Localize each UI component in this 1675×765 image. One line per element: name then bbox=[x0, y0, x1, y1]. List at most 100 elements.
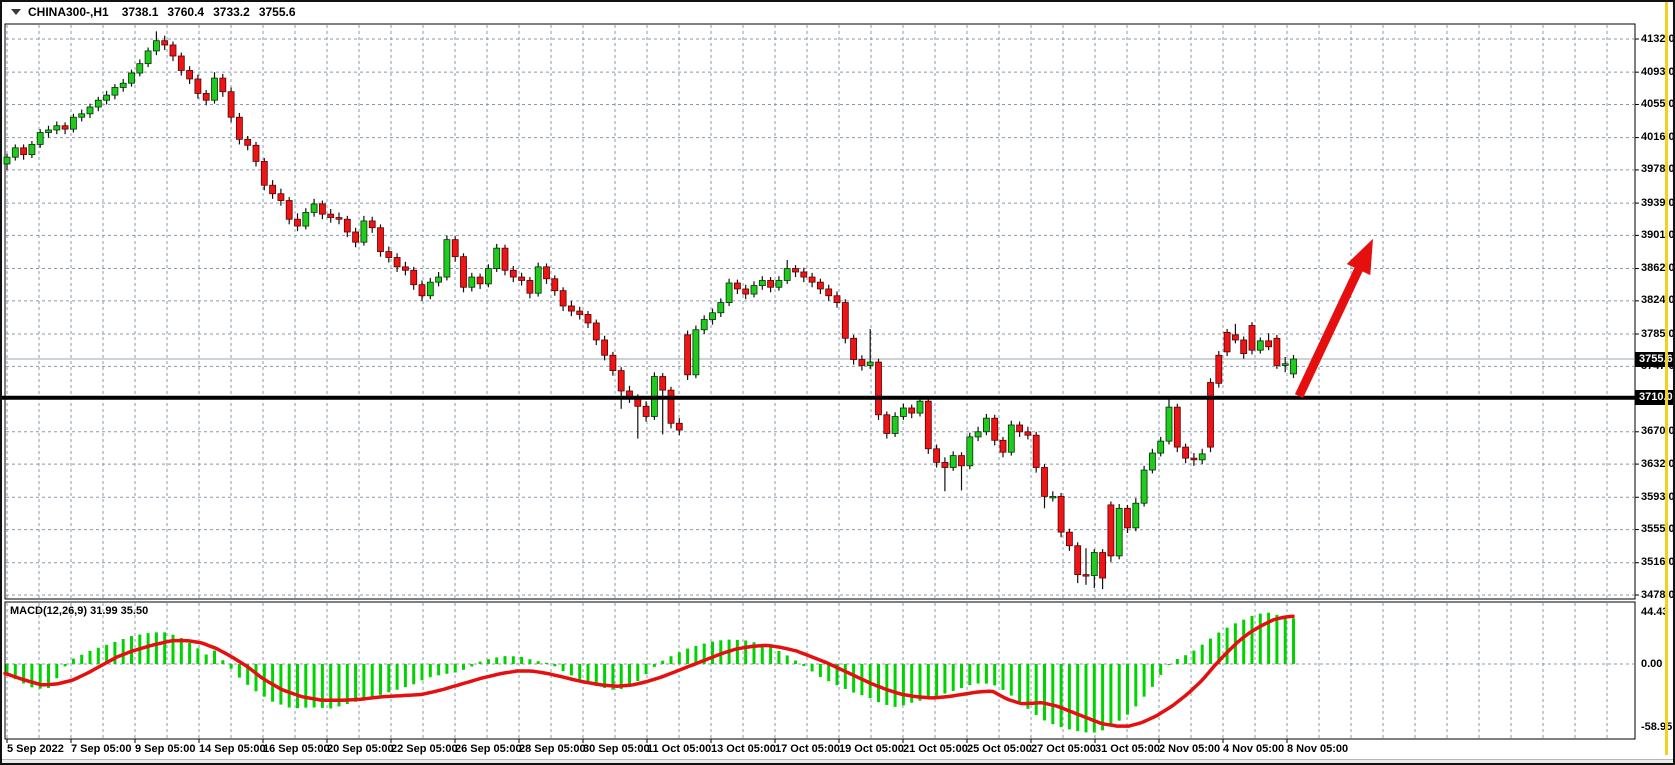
time-axis-label: 2 Nov 05:00 bbox=[1159, 743, 1220, 755]
candle-body bbox=[668, 390, 674, 423]
candle-body bbox=[1282, 364, 1288, 366]
current-price-badge: 3755.6 bbox=[1635, 352, 1675, 367]
candle-body bbox=[842, 303, 848, 339]
price-axis-label: 3593.0 bbox=[1641, 491, 1675, 503]
candle-body bbox=[369, 221, 375, 228]
candle-body bbox=[1000, 440, 1006, 452]
candle-body bbox=[693, 330, 699, 375]
candle-body bbox=[917, 401, 923, 413]
symbol-dropdown-icon[interactable] bbox=[11, 9, 21, 15]
candle-body bbox=[660, 377, 666, 391]
candle-body bbox=[129, 73, 135, 83]
candle-body bbox=[253, 145, 259, 161]
candle-body bbox=[411, 270, 417, 284]
price-axis-label: 3516.0 bbox=[1641, 556, 1675, 568]
main-panel-border bbox=[5, 24, 1635, 599]
candle-body bbox=[1116, 508, 1122, 556]
candle-body bbox=[319, 204, 325, 214]
candle-body bbox=[245, 139, 251, 145]
candle-body bbox=[37, 133, 43, 145]
candle-body bbox=[104, 95, 110, 100]
price-axis-label: 3670.0 bbox=[1641, 425, 1675, 437]
candle-body bbox=[353, 232, 359, 242]
candle-body bbox=[859, 360, 865, 366]
candle-body bbox=[834, 296, 840, 303]
price-axis-label: 3939.0 bbox=[1641, 197, 1675, 209]
candle-body bbox=[685, 335, 691, 375]
candle-body bbox=[303, 212, 309, 226]
time-axis-label: 7 Sep 05:00 bbox=[71, 743, 132, 755]
price-axis-label: 4055.0 bbox=[1641, 98, 1675, 110]
candle-body bbox=[1033, 435, 1039, 467]
candle-body bbox=[162, 41, 168, 45]
chart-window: CHINA300-,H1 3738.1 3760.4 3733.2 3755.6… bbox=[0, 0, 1675, 765]
candle-body bbox=[1050, 496, 1056, 498]
candle-body bbox=[510, 270, 516, 277]
chart-canvas[interactable] bbox=[2, 2, 1675, 765]
time-axis-label: 4 Nov 05:00 bbox=[1223, 743, 1284, 755]
candle-body bbox=[46, 130, 52, 133]
candle-body bbox=[892, 416, 898, 433]
candle-body bbox=[1249, 326, 1255, 351]
candle-body bbox=[1191, 458, 1197, 460]
candle-body bbox=[261, 161, 267, 185]
candle-body bbox=[1149, 453, 1155, 470]
time-axis-label: 5 Sep 2022 bbox=[7, 743, 64, 755]
candle-body bbox=[494, 248, 500, 268]
candle-body bbox=[801, 272, 807, 277]
candle-body bbox=[585, 314, 591, 323]
candle-body bbox=[444, 240, 450, 277]
candle-body bbox=[485, 269, 491, 284]
candle-body bbox=[29, 144, 35, 154]
time-axis-label: 28 Sep 05:00 bbox=[519, 743, 586, 755]
candle-body bbox=[776, 280, 782, 287]
candle-body bbox=[967, 437, 973, 466]
candle-body bbox=[187, 70, 193, 79]
candle-body bbox=[544, 267, 550, 279]
time-axis-label: 19 Oct 05:00 bbox=[839, 743, 904, 755]
candle-body bbox=[70, 117, 76, 129]
candle-body bbox=[1008, 425, 1014, 452]
candle-body bbox=[145, 51, 151, 64]
candle-body bbox=[602, 340, 608, 355]
candle-body bbox=[1025, 432, 1031, 435]
candle-body bbox=[1108, 505, 1114, 556]
candle-body bbox=[178, 56, 184, 70]
candle-body bbox=[942, 462, 948, 467]
time-axis-label: 20 Sep 05:00 bbox=[327, 743, 394, 755]
bottom-edge-strip bbox=[2, 759, 1675, 765]
macd-scale-label: 0.00 bbox=[1641, 658, 1662, 670]
candle-body bbox=[402, 267, 408, 270]
candle-body bbox=[311, 204, 317, 213]
candle-body bbox=[137, 64, 143, 73]
candle-body bbox=[195, 79, 201, 93]
candle-body bbox=[452, 240, 458, 257]
candle-body bbox=[120, 83, 126, 87]
time-axis-label: 21 Oct 05:00 bbox=[903, 743, 968, 755]
candle-body bbox=[212, 78, 218, 100]
candle-body bbox=[344, 219, 350, 232]
candle-body bbox=[1125, 508, 1131, 528]
candle-body bbox=[286, 201, 292, 220]
candle-body bbox=[436, 277, 442, 282]
candle-body bbox=[876, 362, 882, 415]
time-axis-label: 27 Oct 05:00 bbox=[1031, 743, 1096, 755]
candle-body bbox=[502, 248, 508, 270]
candle-body bbox=[759, 280, 765, 285]
candle-body bbox=[535, 267, 541, 293]
candle-body bbox=[867, 362, 873, 365]
candle-body bbox=[1042, 468, 1048, 497]
candle-body bbox=[461, 257, 467, 288]
candle-body bbox=[477, 277, 483, 284]
candle-body bbox=[817, 282, 823, 289]
ohlc-close: 3755.6 bbox=[259, 5, 296, 19]
candle-body bbox=[959, 456, 965, 466]
candle-body bbox=[1232, 335, 1238, 340]
candle-body bbox=[228, 92, 234, 118]
candle-body bbox=[278, 194, 284, 201]
candle-body bbox=[427, 282, 433, 296]
time-axis-label: 26 Sep 05:00 bbox=[455, 743, 522, 755]
candle-body bbox=[1091, 553, 1097, 576]
candle-body bbox=[1066, 532, 1072, 546]
price-axis-label: 4132.0 bbox=[1641, 33, 1675, 45]
